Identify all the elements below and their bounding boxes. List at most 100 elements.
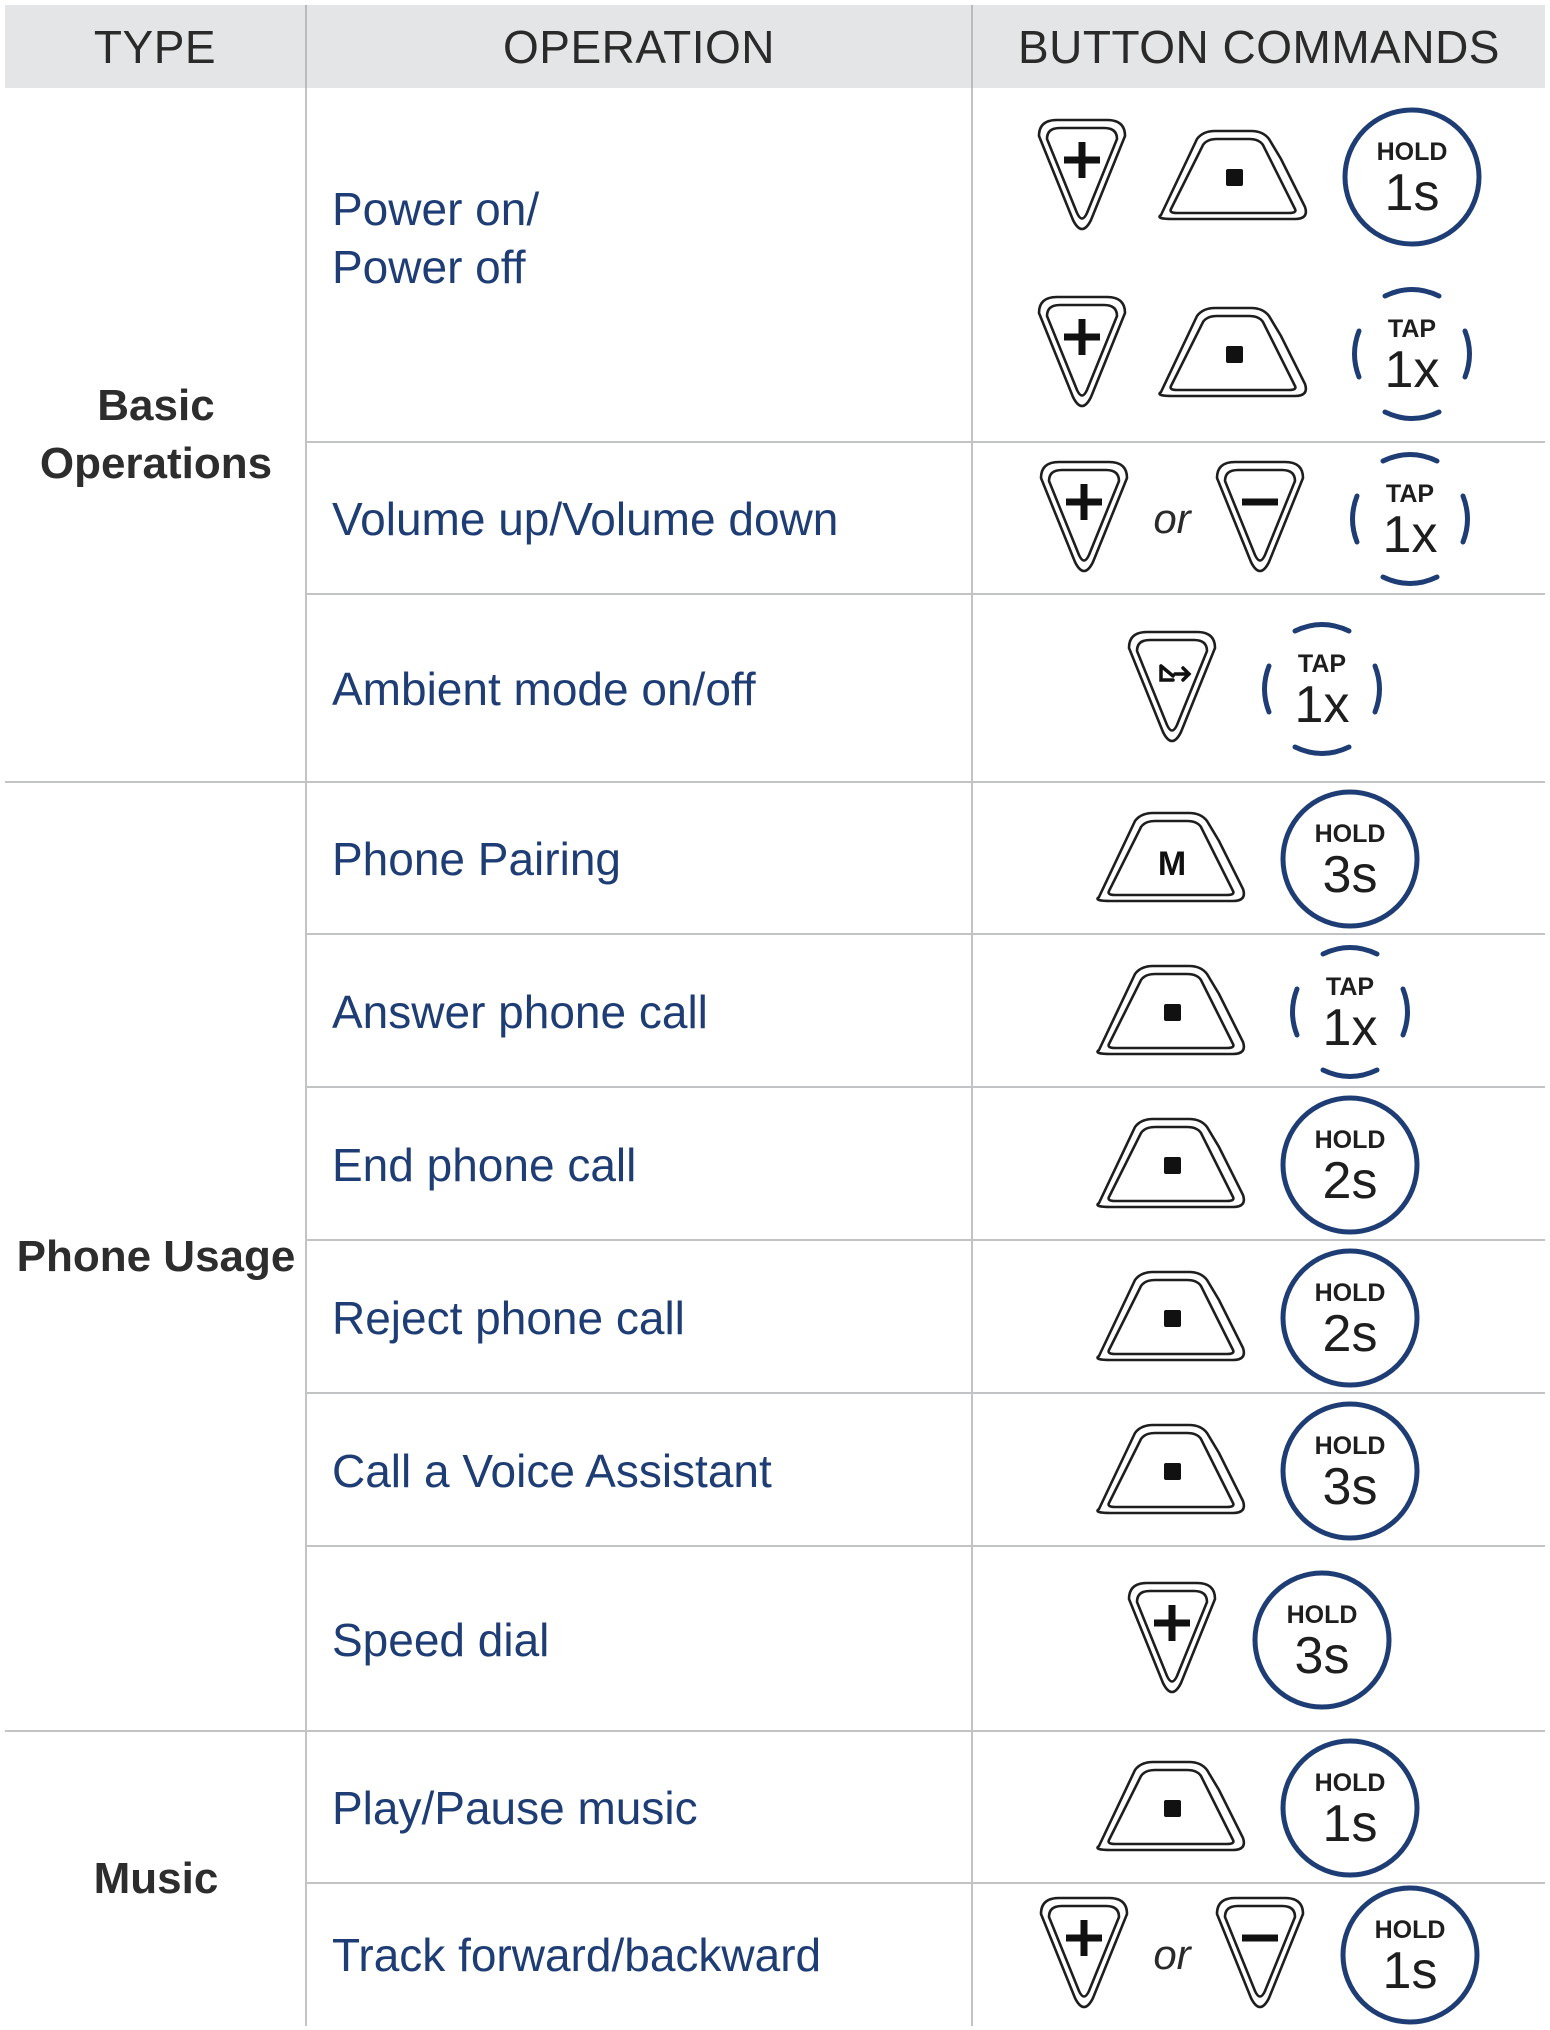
tap-arc xyxy=(1290,986,1300,1037)
group-divider xyxy=(5,781,1545,783)
tap-arc xyxy=(1382,409,1442,422)
tap-arc xyxy=(1320,944,1380,956)
operation-label: Play/Pause music xyxy=(332,1782,698,1834)
hold-badge-icon: HOLD1s xyxy=(1340,1885,1480,2025)
action-kind-label: HOLD xyxy=(1315,1432,1386,1460)
group-divider xyxy=(5,1730,1545,1732)
action-value-label: 1x xyxy=(1382,506,1437,564)
or-label: or xyxy=(1153,495,1191,542)
operation-label: End phone call xyxy=(332,1138,637,1191)
action-kind-label: HOLD xyxy=(1315,1279,1386,1307)
center-glyph xyxy=(1226,346,1243,364)
center-button-icon xyxy=(1096,1270,1246,1361)
action-value-label: 2s xyxy=(1323,1152,1378,1210)
operation-label: Reject phone call xyxy=(332,1291,685,1344)
action-value-label: 2s xyxy=(1323,1305,1378,1363)
ambient-button-icon xyxy=(1127,630,1217,743)
minus-button-icon xyxy=(1215,1896,1304,2009)
action-kind-label: HOLD xyxy=(1315,1126,1386,1154)
minus-button-icon xyxy=(1215,460,1304,573)
action-kind-label: HOLD xyxy=(1287,1601,1358,1629)
tap-arc xyxy=(1320,1067,1380,1079)
command-sequence: or HOLD 1s xyxy=(975,1884,1545,2026)
center-glyph xyxy=(1164,1156,1181,1174)
action-value-label: 1x xyxy=(1323,999,1378,1057)
hold-badge-icon: HOLD2s xyxy=(1280,1095,1420,1234)
row-divider xyxy=(307,933,1545,935)
center-button-icon xyxy=(1096,1423,1246,1514)
tap-arc xyxy=(1292,744,1352,756)
tap-arc xyxy=(1380,574,1440,586)
group-phone-usage: Phone Usage xyxy=(16,1231,296,1281)
command-sequence: or TAP 1x xyxy=(975,443,1545,595)
tap-badge-icon: TAP1x xyxy=(1352,287,1472,422)
operation-label: Track forward/backward xyxy=(332,1929,822,1981)
hold-badge-icon: HOLD3s xyxy=(1280,789,1420,929)
plus-button-icon xyxy=(1040,460,1129,573)
command-sequence: HOLD 3s xyxy=(975,1547,1545,1732)
plus-button-icon xyxy=(1040,1896,1129,2009)
action-value-label: 1s xyxy=(1385,164,1440,222)
center-glyph xyxy=(1226,168,1243,186)
plus-button-icon xyxy=(1037,118,1127,231)
action-kind-label: TAP xyxy=(1386,480,1434,508)
action-kind-label: TAP xyxy=(1298,650,1346,678)
tap-arc xyxy=(1349,493,1360,545)
operation-label-line: Power on/ xyxy=(332,183,540,235)
row-divider xyxy=(307,1882,1545,1884)
row-divider xyxy=(307,441,1545,443)
hold-badge-icon: HOLD3s xyxy=(1252,1570,1392,1709)
tap-arc xyxy=(1460,493,1470,545)
command-sequence: TAP 1x xyxy=(975,595,1545,783)
action-value-label: 3s xyxy=(1295,1627,1350,1685)
tap-badge-icon: TAP1x xyxy=(1262,622,1382,756)
tap-arc xyxy=(1262,663,1272,715)
tap-arc xyxy=(1372,663,1382,715)
action-kind-label: HOLD xyxy=(1315,1769,1386,1797)
command-sequence: TAP 1x xyxy=(975,935,1545,1088)
action-value-label: 1s xyxy=(1323,1795,1378,1853)
header-type: TYPE xyxy=(5,5,307,88)
action-value-label: 3s xyxy=(1323,1458,1378,1516)
command-sequence: HOLD 2s xyxy=(975,1241,1545,1394)
center-button-icon xyxy=(1096,1760,1246,1852)
action-kind-label: TAP xyxy=(1326,973,1374,1001)
tap-arc xyxy=(1292,622,1352,634)
m-glyph: M xyxy=(1158,845,1186,883)
hold-badge-icon: HOLD1s xyxy=(1342,107,1482,247)
action-value-label: 1x xyxy=(1385,341,1440,399)
tap-arc xyxy=(1400,986,1410,1037)
command-sequence: HOLD 2s xyxy=(975,1088,1545,1241)
group-basic-operations: Basic Operations xyxy=(39,380,273,488)
operation-label-line: Power off xyxy=(332,241,526,293)
center-button-icon xyxy=(1096,964,1246,1055)
action-kind-label: HOLD xyxy=(1377,138,1448,166)
operation-label: Phone Pairing xyxy=(332,833,621,885)
m-button-icon: M xyxy=(1096,811,1246,903)
operation-label: Speed dial xyxy=(332,1613,550,1666)
operation-label: Call a Voice Assistant xyxy=(332,1444,772,1497)
action-kind-label: TAP xyxy=(1388,315,1436,343)
row-divider xyxy=(307,593,1545,595)
center-glyph xyxy=(1164,1309,1181,1327)
tap-arc xyxy=(1462,328,1472,380)
hold-badge-icon: HOLD3s xyxy=(1280,1401,1420,1540)
header-operation: OPERATION xyxy=(307,5,973,88)
action-kind-label: HOLD xyxy=(1374,1916,1445,1944)
tap-arc xyxy=(1380,452,1440,464)
center-glyph xyxy=(1164,1462,1181,1480)
plus-button-icon xyxy=(1037,295,1127,408)
button-commands-table: TYPE OPERATION BUTTON COMMANDS Basic Ope… xyxy=(5,5,1545,2026)
row-divider xyxy=(307,1545,1545,1547)
operation-label: Power on/Power off xyxy=(332,118,952,358)
plus-button-icon xyxy=(1127,1581,1217,1693)
hold-badge-icon: HOLD1s xyxy=(1280,1738,1420,1878)
row-divider xyxy=(307,1392,1545,1394)
row-divider xyxy=(307,1086,1545,1088)
action-kind-label: HOLD xyxy=(1315,820,1386,848)
tap-arc xyxy=(1382,287,1442,299)
command-sequence: HOLD 1s xyxy=(975,88,1545,266)
action-value-label: 1s xyxy=(1382,1942,1437,2000)
operation-label: Answer phone call xyxy=(332,985,708,1038)
command-sequence: TAP 1x xyxy=(975,266,1545,444)
